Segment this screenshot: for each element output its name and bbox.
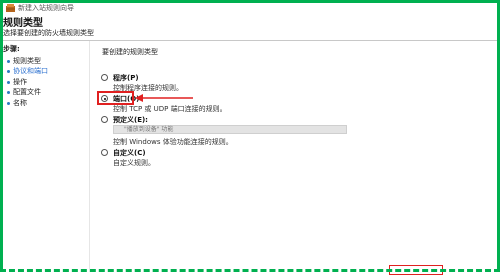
radio-program[interactable] <box>101 74 108 81</box>
page-description: 选择要创建的防火墙规则类型 <box>3 29 94 37</box>
predefined-select[interactable]: "播放到设备" 功能 <box>113 125 347 134</box>
step-label: 操作 <box>13 78 27 86</box>
option-predefined-label: 预定义(E): <box>113 116 148 124</box>
step-label: 配置文件 <box>13 88 41 96</box>
main-content: 要创建的规则类型 程序(P) 控制程序连接的规则。 端口(O) 控制 TCP 或… <box>89 41 498 269</box>
port-highlight-box <box>97 91 134 105</box>
page-title: 规则类型 <box>3 18 43 29</box>
option-port-description: 控制 TCP 或 UDP 端口连接的规则。 <box>113 105 227 113</box>
step-name[interactable]: 名称 <box>7 98 27 108</box>
step-bullet-icon <box>7 80 10 84</box>
step-bullet-icon <box>7 90 10 94</box>
step-bullet-icon <box>7 59 10 63</box>
title-bar: 新建入站规则向导 <box>3 3 497 13</box>
option-custom-label: 自定义(C) <box>113 149 146 157</box>
wizard-header: 规则类型 选择要创建的防火墙规则类型 <box>3 13 497 40</box>
rule-type-question: 要创建的规则类型 <box>102 48 158 56</box>
step-label: 规则类型 <box>13 57 41 65</box>
step-profile[interactable]: 配置文件 <box>7 87 41 97</box>
step-action[interactable]: 操作 <box>7 77 27 87</box>
step-protocol-ports[interactable]: 协议和端口 <box>7 66 48 76</box>
step-label: 名称 <box>13 99 27 107</box>
next-button[interactable] <box>389 265 443 275</box>
steps-title: 步骤: <box>3 45 20 53</box>
radio-predefined[interactable] <box>101 116 108 123</box>
step-bullet-icon <box>7 69 10 73</box>
option-program-label: 程序(P) <box>113 74 139 82</box>
step-bullet-icon <box>7 101 10 105</box>
red-arrow-icon <box>135 94 193 102</box>
option-custom-description: 自定义规则。 <box>113 159 155 167</box>
firewall-app-icon <box>6 4 15 12</box>
option-predefined-description: 控制 Windows 体验功能连接的规则。 <box>113 138 233 146</box>
radio-custom[interactable] <box>101 149 108 156</box>
step-label: 协议和端口 <box>13 67 48 75</box>
step-rule-type[interactable]: 规则类型 <box>7 56 41 66</box>
window-title: 新建入站规则向导 <box>18 4 74 12</box>
steps-panel: 步骤: 规则类型 协议和端口 操作 配置文件 名称 <box>3 41 87 269</box>
